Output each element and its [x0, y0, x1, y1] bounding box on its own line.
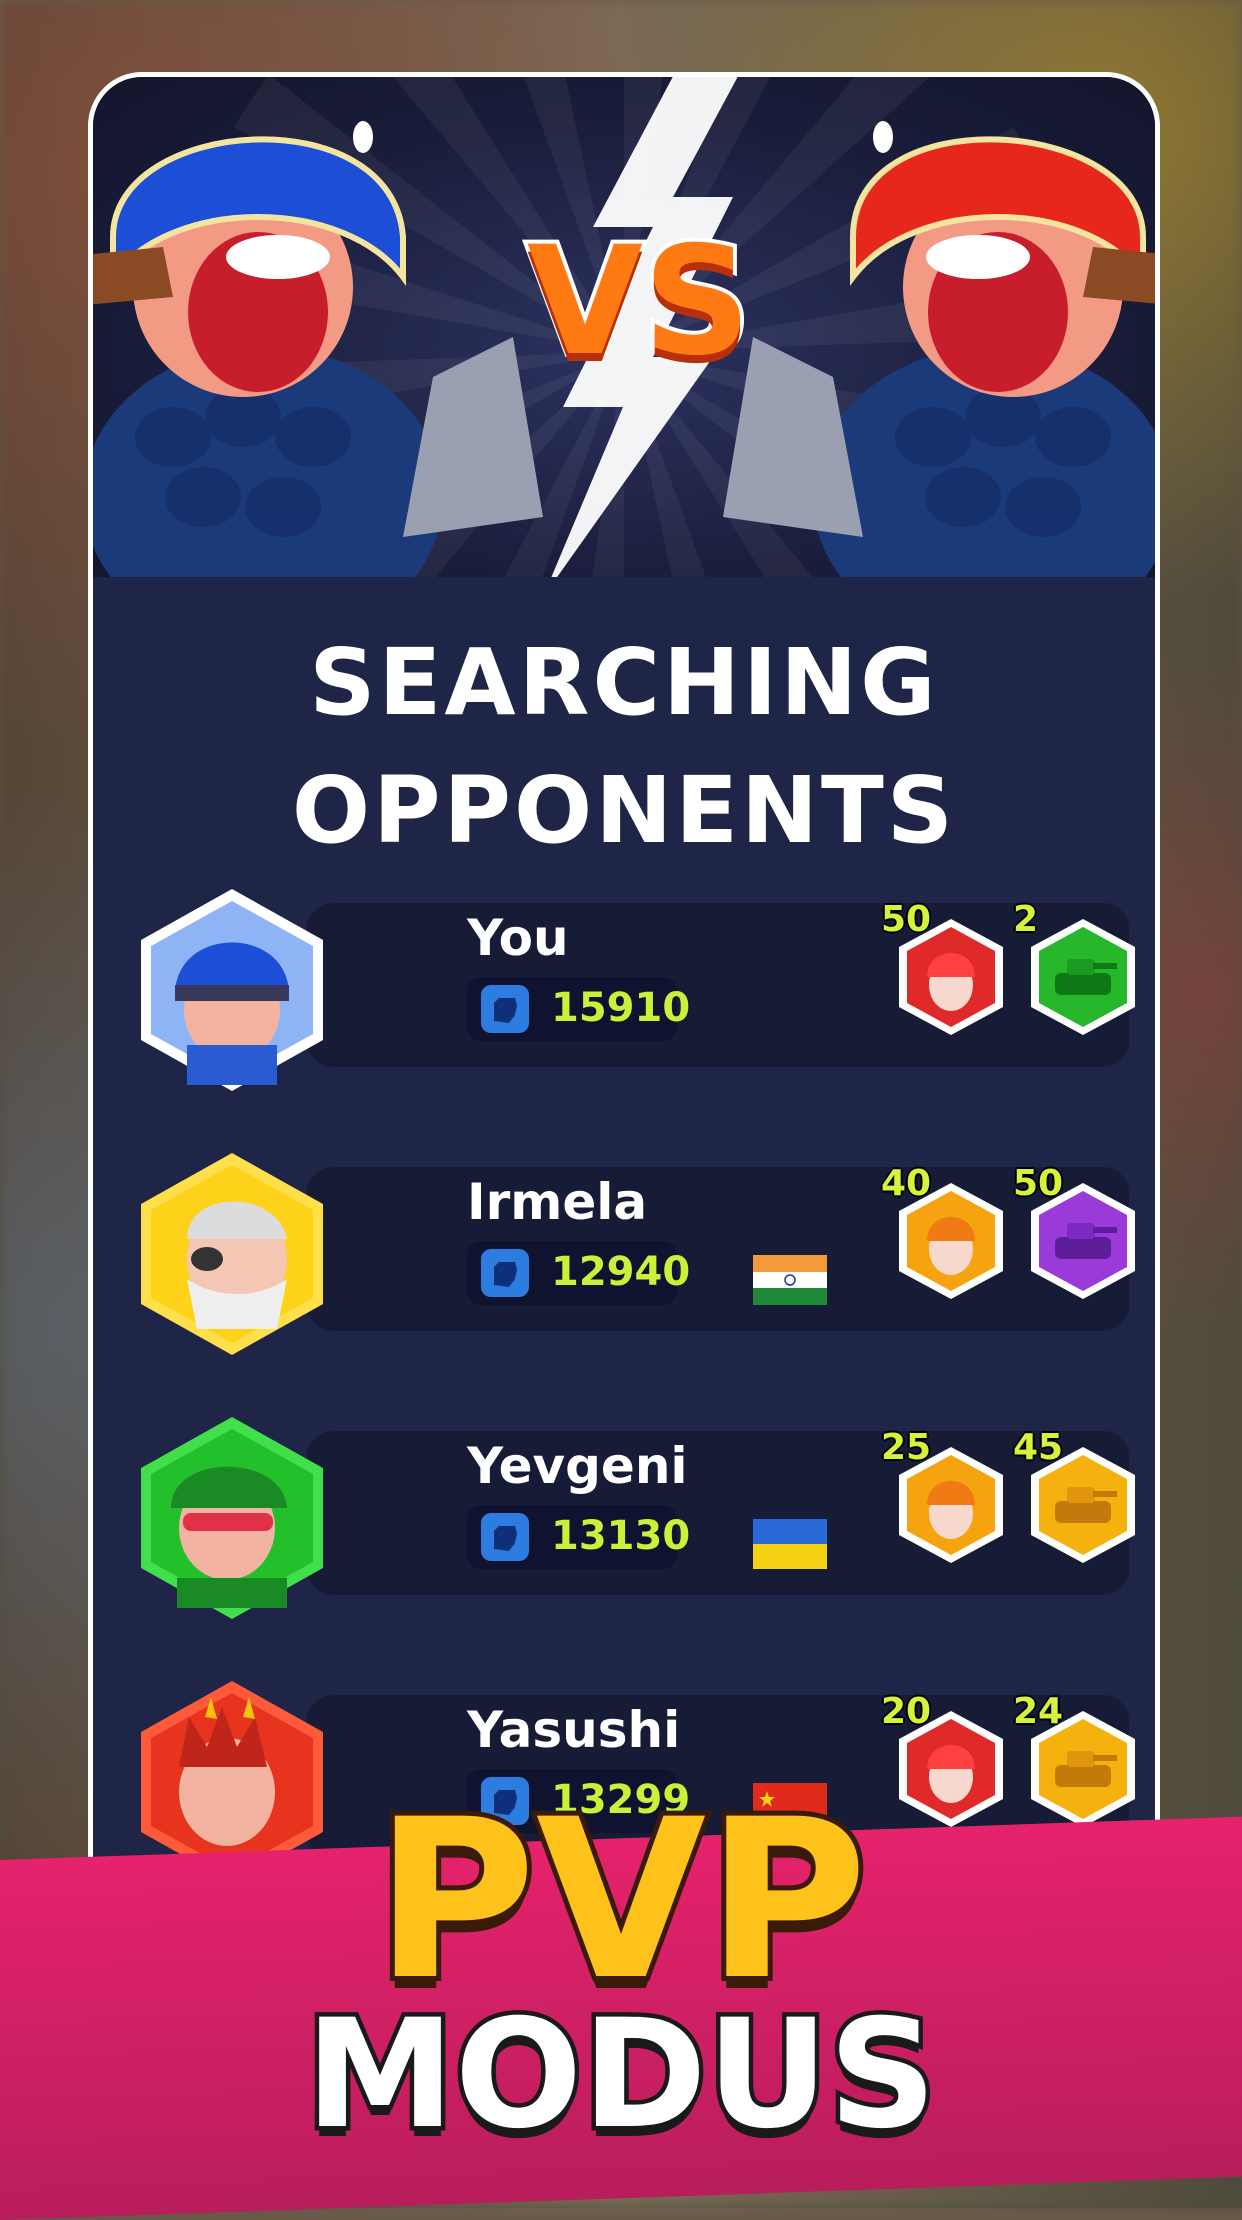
title-line-2: OPPONENTS	[291, 757, 957, 864]
player-name: Irmela	[467, 1173, 648, 1231]
title-line-1: SEARCHING	[309, 629, 939, 736]
tank-count: 24	[1013, 1691, 1064, 1732]
infantry-count: 25	[881, 1427, 932, 1468]
trophy-score: 15910	[467, 977, 690, 1041]
player-name: Yasushi	[467, 1701, 681, 1759]
fist-icon	[481, 1249, 529, 1297]
player-name: You	[467, 909, 569, 967]
trophy-score: 12940	[467, 1241, 690, 1305]
vs-label: VS	[523, 215, 755, 389]
fist-icon	[481, 1513, 529, 1561]
ukraine-flag-icon	[753, 1519, 827, 1569]
red-soldier-icon	[813, 121, 1155, 577]
tank-badge	[1025, 915, 1141, 1039]
player-avatar-yevgeni	[141, 1417, 323, 1619]
promo-title-pvp: PVP	[370, 1772, 873, 2028]
player-row[interactable]: You 15910 50 2	[127, 885, 1155, 1091]
tank-count: 50	[1013, 1163, 1064, 1204]
promo-title-modus: MODUS	[301, 1988, 941, 2162]
tank-count: 2	[1013, 899, 1039, 940]
matchmaking-panel: VS SEARCHING OPPONENTS You 15910 50 2 Ir…	[88, 72, 1160, 1912]
player-avatar-you	[141, 889, 323, 1091]
player-name: Yevgeni	[467, 1437, 688, 1495]
player-row[interactable]: Irmela 12940 40 50	[127, 1149, 1155, 1355]
blue-soldier-icon	[93, 121, 443, 577]
score-value: 13130	[551, 1513, 691, 1559]
score-value: 12940	[551, 1249, 691, 1295]
infantry-count: 20	[881, 1691, 932, 1732]
fist-icon	[481, 985, 529, 1033]
player-row[interactable]: Yevgeni 13130 25 45	[127, 1413, 1155, 1619]
vs-banner: VS	[93, 77, 1155, 577]
player-avatar-irmela	[141, 1153, 323, 1355]
infantry-count: 50	[881, 899, 932, 940]
infantry-count: 40	[881, 1163, 932, 1204]
trophy-score: 13130	[467, 1505, 690, 1569]
score-value: 15910	[551, 985, 691, 1031]
india-flag-icon	[753, 1255, 827, 1305]
tank-count: 45	[1013, 1427, 1064, 1468]
tank-green-icon	[1031, 919, 1135, 1035]
